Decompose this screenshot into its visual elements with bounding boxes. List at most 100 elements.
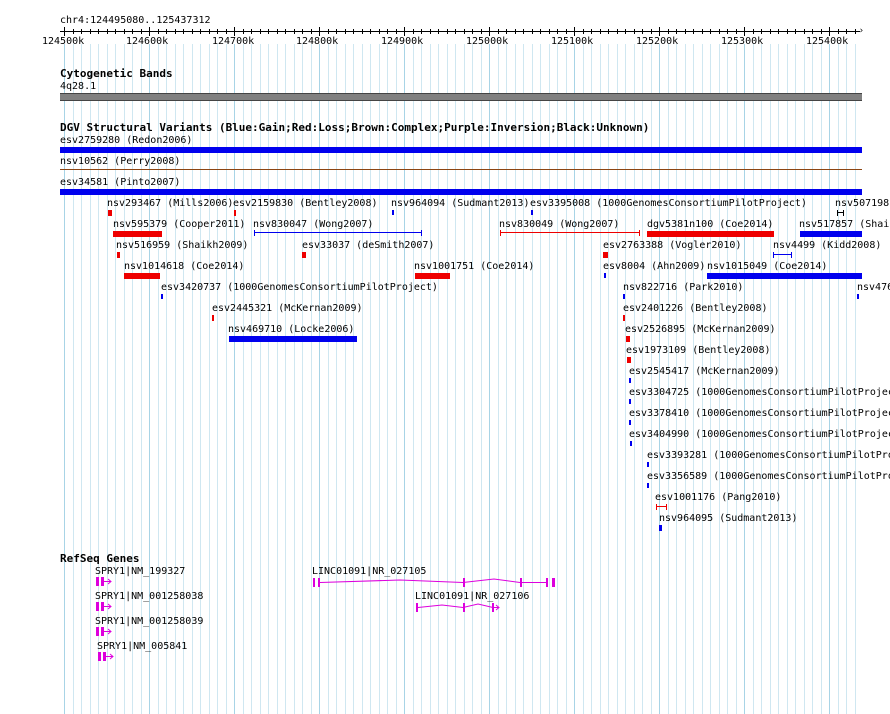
gain-feature-bar[interactable] [629, 420, 631, 425]
ruler-minor-tick [464, 29, 465, 34]
gain-feature-bar[interactable] [707, 273, 862, 279]
feature-label: esv3304725 (1000GenomesConsortiumPilotPr… [629, 387, 890, 398]
loss-feature-bar[interactable] [415, 273, 450, 279]
loss-feature-bar[interactable] [626, 336, 630, 342]
gain-feature-bar[interactable] [857, 294, 859, 299]
ruler-minor-tick [549, 29, 550, 34]
gene-model-spry1[interactable] [95, 577, 115, 587]
gain-feature-bar[interactable] [629, 399, 631, 404]
ruler-minor-tick [727, 29, 728, 34]
gain-feature-bar[interactable] [647, 462, 649, 467]
feature-label: nsv830047 (Wong2007) [253, 219, 374, 230]
ruler-minor-tick [438, 29, 439, 34]
dgv-track-title[interactable]: DGV Structural Variants (Blue:Gain;Red:L… [60, 122, 649, 133]
gene-model-linc01091[interactable] [414, 601, 504, 613]
gain-feature-bar[interactable] [254, 230, 422, 236]
ruler-minor-tick [710, 29, 711, 34]
loss-feature-bar[interactable] [647, 231, 774, 237]
ruler-minor-tick [243, 29, 244, 34]
ruler-tick: 124800k [296, 36, 339, 47]
ruler-minor-tick [132, 29, 133, 34]
gain-feature-bar[interactable] [800, 231, 862, 237]
ruler-minor-tick [115, 29, 116, 34]
ruler-minor-tick [523, 29, 524, 34]
feature-label: nsv293467 (Mills2006) [107, 198, 234, 209]
ruler-minor-tick [141, 29, 142, 34]
loss-feature-bar[interactable] [302, 252, 306, 258]
gain-feature-bar[interactable] [630, 441, 632, 446]
ruler-tick: 124600k [126, 36, 169, 47]
gain-feature-bar[interactable] [659, 525, 662, 531]
ruler-minor-tick [829, 27, 830, 36]
loss-feature-bar[interactable] [656, 504, 667, 510]
loss-feature-bar[interactable] [234, 210, 236, 216]
feature-label: esv2545417 (McKernan2009) [629, 366, 780, 377]
ruler-minor-tick [285, 29, 286, 34]
ruler-minor-tick [370, 29, 371, 34]
refseq-track-title[interactable]: RefSeq Genes [60, 553, 139, 564]
gain-feature-bar[interactable] [229, 336, 357, 342]
ruler-minor-tick [770, 29, 771, 34]
ruler-minor-tick [821, 29, 822, 34]
ruler-minor-tick [498, 29, 499, 34]
loss-feature-bar[interactable] [117, 252, 120, 258]
ruler-minor-tick [379, 29, 380, 34]
gain-feature-bar[interactable] [60, 147, 862, 153]
loss-feature-bar[interactable] [124, 273, 160, 279]
unknown-feature-bar[interactable] [837, 210, 844, 216]
gene-model-linc01091[interactable] [310, 576, 560, 588]
ruler-minor-tick [90, 29, 91, 34]
feature-label: esv2401226 (Bentley2008) [623, 303, 768, 314]
loss-feature-bar[interactable] [212, 315, 214, 321]
feature-label: dgv5381n100 (Coe2014) [647, 219, 774, 230]
loss-feature-bar[interactable] [113, 231, 162, 237]
complex-feature-bar[interactable] [60, 169, 862, 170]
gain-feature-bar[interactable] [623, 294, 625, 299]
ruler-minor-tick [753, 29, 754, 34]
cytoband-track-title[interactable]: Cytogenetic Bands [60, 68, 173, 79]
cytoband-bar[interactable] [60, 93, 862, 101]
gain-feature-bar[interactable] [604, 273, 606, 278]
gain-feature-bar[interactable] [60, 189, 862, 195]
gain-feature-bar[interactable] [773, 252, 792, 258]
gene-label: SPRY1|NM_199327 [95, 566, 186, 577]
ruler-minor-tick [302, 29, 303, 34]
loss-feature-bar[interactable] [627, 357, 631, 363]
ruler-minor-tick [702, 29, 703, 34]
ruler-minor-tick [175, 29, 176, 34]
gene-label: SPRY1|NM_001258038 [95, 591, 204, 602]
ruler-tick: 124500k [42, 36, 85, 47]
ruler-minor-tick [600, 29, 601, 34]
ruler-minor-tick [736, 29, 737, 34]
ruler-minor-tick [200, 29, 201, 34]
ruler-minor-tick [421, 29, 422, 34]
gain-feature-bar[interactable] [531, 210, 533, 215]
gain-feature-bar[interactable] [392, 210, 394, 215]
loss-feature-bar[interactable] [500, 230, 640, 236]
gain-feature-bar[interactable] [629, 378, 631, 383]
ruler-arrow-icon: › [858, 26, 864, 36]
feature-label: nsv964095 (Sudmant2013) [659, 513, 798, 524]
gain-feature-bar[interactable] [161, 294, 163, 299]
ruler-minor-tick [98, 29, 99, 34]
gene-model-spry1[interactable] [95, 627, 115, 637]
gain-feature-bar[interactable] [647, 483, 649, 488]
feature-label: nsv1001751 (Coe2014) [414, 261, 535, 272]
loss-feature-bar[interactable] [603, 252, 608, 258]
ruler-minor-tick [166, 29, 167, 34]
ruler-tick: 125300k [721, 36, 764, 47]
gene-model-spry1[interactable] [95, 602, 115, 612]
loss-feature-bar[interactable] [623, 315, 625, 321]
ruler-minor-tick [455, 29, 456, 34]
ruler-tick: 125200k [636, 36, 679, 47]
feature-label: esv1001176 (Pang2010) [655, 492, 782, 503]
feature-label: nsv517857 (Shai [799, 219, 890, 230]
gene-model-spry1[interactable] [97, 652, 117, 662]
ruler-minor-tick [846, 29, 847, 34]
ruler-minor-tick [566, 29, 567, 34]
ruler-minor-tick [183, 29, 184, 34]
ruler-minor-tick [838, 29, 839, 34]
loss-feature-bar[interactable] [108, 210, 112, 216]
ruler-minor-tick [795, 29, 796, 34]
ruler-minor-tick [761, 29, 762, 34]
